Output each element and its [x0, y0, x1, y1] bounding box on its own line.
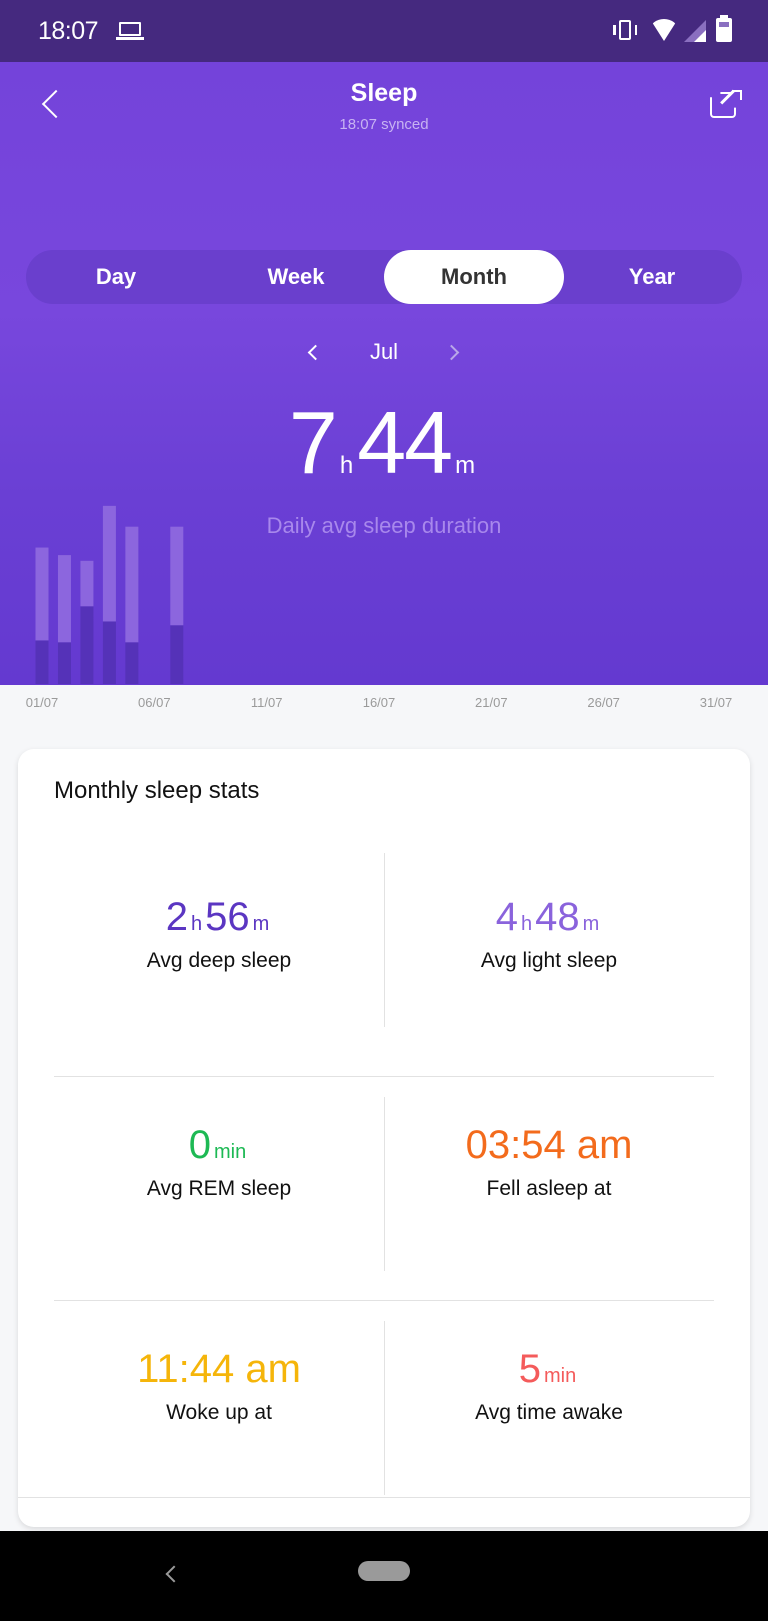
avg-deep-sleep-value: 2 h56 m	[54, 895, 384, 940]
minutes-unit: m	[455, 452, 476, 479]
stat-unit: h	[520, 913, 533, 935]
prev-month-button[interactable]	[298, 337, 328, 367]
bar-deep-day-3[interactable]	[80, 606, 94, 684]
stat-unit: min	[544, 1365, 577, 1387]
stat-number: 2	[165, 895, 188, 939]
stat-fell-asleep-at: 03:54 am Fell asleep at	[384, 1077, 714, 1301]
chevron-left-icon	[307, 344, 324, 361]
x-tick-label: 31/07	[699, 695, 733, 710]
laptop-icon	[116, 20, 145, 42]
bar-light-day-5[interactable]	[125, 526, 139, 643]
bar-deep-day-1[interactable]	[35, 640, 49, 684]
avg-hours: 7	[288, 393, 338, 492]
page-title: Sleep	[350, 79, 418, 107]
x-tick-label: 06/07	[138, 695, 171, 710]
next-month-button[interactable]	[440, 337, 470, 367]
fell-asleep-at-value: 03:54 am	[384, 1123, 714, 1168]
period-tabs: Day Week Month Year	[26, 250, 742, 304]
stat-number: 03:54 am	[465, 1123, 633, 1167]
bar-deep-day-2[interactable]	[57, 642, 71, 684]
stat-unit: m	[582, 913, 600, 935]
x-tick-label: 21/07	[475, 695, 508, 710]
stat-avg-light-sleep: 4 h48 m Avg light sleep	[384, 853, 714, 1077]
stats-row: 2 h56 m Avg deep sleep 4 h48 m Avg light sleep	[54, 853, 714, 1077]
month-label: Jul	[369, 339, 399, 364]
stat-number: 56	[205, 895, 250, 939]
sleep-bar-chart	[35, 505, 184, 684]
card-title: Monthly sleep stats	[54, 777, 260, 804]
avg-time-awake-value: 5 min	[384, 1347, 714, 1392]
stat-unit: m	[252, 913, 270, 935]
tab-day[interactable]: Day	[26, 250, 206, 304]
tab-week[interactable]: Week	[206, 250, 386, 304]
stat-label: Fell asleep at	[486, 1177, 612, 1200]
signal-icon	[682, 18, 706, 42]
system-back-button[interactable]	[162, 1563, 183, 1587]
system-nav-bar	[0, 1531, 768, 1621]
card-footer-divider	[18, 1497, 750, 1498]
status-icons	[610, 15, 732, 42]
bar-light-day-3[interactable]	[80, 560, 94, 607]
wifi-icon	[650, 19, 678, 41]
stat-avg-rem-sleep: 0 min Avg REM sleep	[54, 1077, 384, 1301]
monthly-stats-card: Monthly sleep stats 2 h56 m Avg deep sleep …	[18, 749, 750, 1527]
stat-number: 11:44 am	[137, 1347, 301, 1391]
woke-up-at-value: 11:44 am	[54, 1347, 384, 1392]
stat-label: Woke up at	[166, 1401, 272, 1424]
bar-light-day-1[interactable]	[35, 547, 49, 641]
bar-light-day-4[interactable]	[102, 505, 116, 622]
battery-icon	[716, 15, 732, 42]
stat-avg-time-awake: 5 min Avg time awake	[384, 1301, 714, 1525]
tab-year[interactable]: Year	[562, 250, 742, 304]
stats-row: 0 min Avg REM sleep 03:54 am Fell asleep at	[54, 1077, 714, 1301]
stat-label: Avg REM sleep	[146, 1177, 292, 1200]
x-tick-label: 16/07	[362, 695, 396, 710]
stat-number: 48	[535, 895, 580, 939]
avg-rem-sleep-value: 0 min	[54, 1123, 384, 1168]
system-home-button[interactable]	[358, 1561, 410, 1581]
hours-unit: h	[339, 452, 354, 479]
tab-month[interactable]: Month	[384, 250, 564, 304]
stats-row: 11:44 am Woke up at 5 min Avg time awake	[54, 1301, 714, 1525]
bar-deep-day-4[interactable]	[102, 621, 116, 684]
sync-status: 18:07 synced	[339, 116, 429, 133]
nav-row: Sleep 18:07 synced	[0, 62, 768, 172]
vibrate-icon	[610, 19, 640, 41]
stat-woke-up-at: 11:44 am Woke up at	[54, 1301, 384, 1525]
share-button[interactable]	[710, 89, 742, 120]
x-axis: 01/07 06/07 11/07 16/07 21/07 26/07 31/07	[0, 685, 768, 725]
avg-sleep-duration: 7 h44 m	[0, 392, 768, 494]
stat-number: 0	[188, 1123, 211, 1167]
stat-number: 5	[518, 1347, 541, 1391]
bar-light-day-7[interactable]	[170, 526, 184, 626]
bar-deep-day-7[interactable]	[170, 625, 184, 684]
back-icon	[165, 1565, 183, 1583]
status-bar: 18:07	[0, 0, 768, 62]
stat-number: 4	[495, 895, 518, 939]
chevron-right-icon	[443, 344, 460, 361]
avg-light-sleep-value: 4 h48 m	[384, 895, 714, 940]
bar-light-day-2[interactable]	[57, 555, 71, 643]
stat-label: Avg deep sleep	[146, 949, 292, 972]
stat-label: Avg time awake	[475, 1401, 623, 1424]
stat-unit: h	[190, 913, 203, 935]
avg-minutes: 44	[357, 393, 453, 492]
month-navigator: Jul	[0, 332, 768, 372]
status-time: 18:07	[38, 16, 99, 45]
stat-avg-deep-sleep: 2 h56 m Avg deep sleep	[54, 853, 384, 1077]
stat-label: Avg light sleep	[480, 949, 618, 972]
stat-unit: min	[214, 1141, 247, 1163]
bar-deep-day-5[interactable]	[125, 642, 139, 684]
x-tick-label: 26/07	[587, 695, 620, 710]
x-tick-label: 01/07	[25, 695, 59, 710]
x-tick-label: 11/07	[250, 695, 283, 710]
